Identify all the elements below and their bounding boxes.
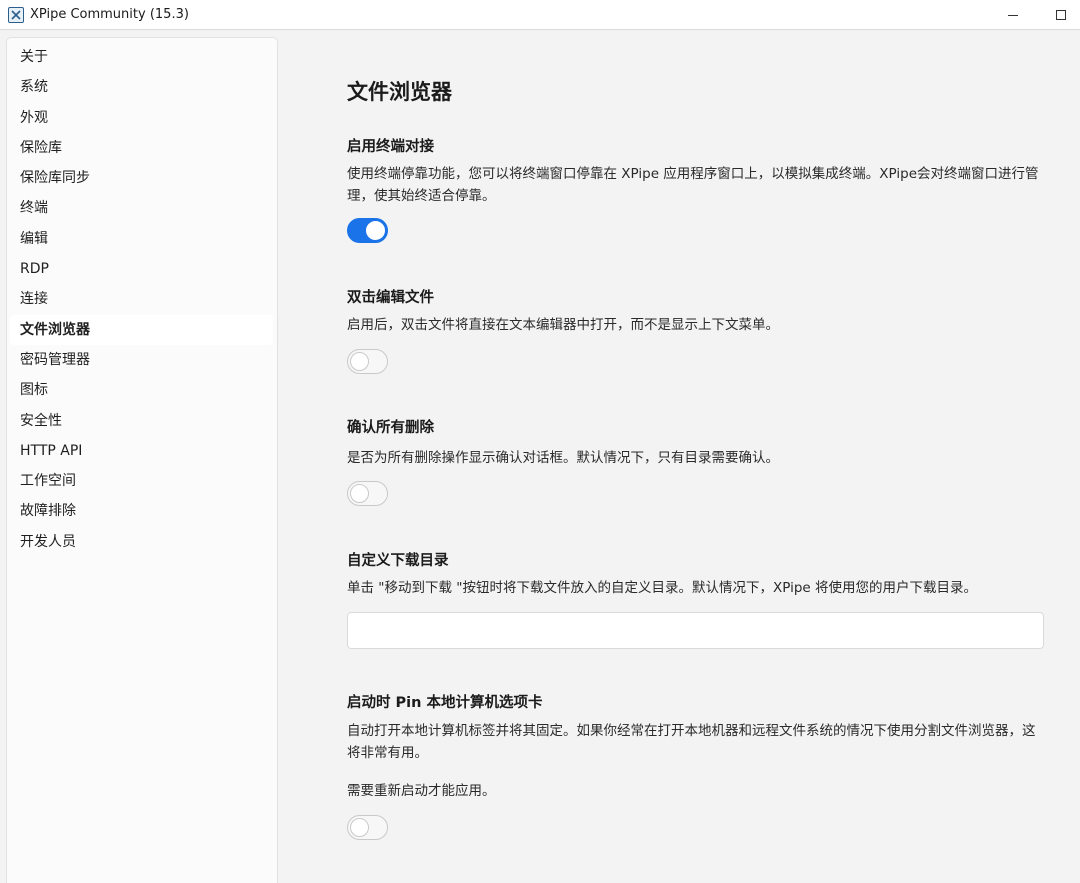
- sidebar-item-6[interactable]: 编辑: [10, 224, 273, 254]
- sidebar-item-14[interactable]: 工作空间: [10, 466, 273, 496]
- toggle-knob: [350, 484, 369, 503]
- sidebar-item-15[interactable]: 故障排除: [10, 496, 273, 526]
- xpipe-logo-icon: [8, 6, 24, 23]
- sidebar-item-13[interactable]: HTTP API: [10, 436, 273, 466]
- pin-local-tab-restart-note: 需要重新启动才能应用。: [347, 783, 496, 799]
- download-directory-description: 单击 "移动到下载 "按钮时将下载文件放入的自定义目录。默认情况下，XPipe …: [347, 580, 978, 596]
- sidebar-item-16[interactable]: 开发人员: [10, 527, 273, 557]
- settings-nav-list: 关于 系统 外观 保险库 保险库同步 终端 编辑 RDP 连接 文件浏览器 密码管理器 图标 安全性 HT…: [7, 38, 277, 557]
- title-bar: XPipe Community (15.3): [0, 0, 1080, 30]
- window-title: XPipe Community (15.3): [30, 7, 189, 22]
- sidebar-item-7[interactable]: RDP: [10, 254, 273, 284]
- pin-local-tab-title: 启动时 Pin 本地计算机选项卡: [347, 695, 543, 711]
- settings-sidebar: 关于 系统 外观 保险库 保险库同步 终端 编辑 RDP 连接 文件浏览器 密码管理器 图标 安全性 HT…: [6, 37, 278, 883]
- terminal-docking-toggle[interactable]: [347, 218, 388, 243]
- maximize-button[interactable]: [1038, 0, 1080, 30]
- double-click-edit-title: 双击编辑文件: [347, 290, 434, 306]
- confirm-deletions-title: 确认所有删除: [347, 420, 434, 436]
- sidebar-item-12[interactable]: 安全性: [10, 406, 273, 436]
- sidebar-item-2[interactable]: 外观: [10, 103, 273, 133]
- terminal-docking-title: 启用终端对接: [347, 139, 434, 155]
- minimize-icon: [1008, 14, 1018, 16]
- page-title: 文件浏览器: [347, 80, 452, 104]
- sidebar-item-4[interactable]: 保险库同步: [10, 163, 273, 193]
- sidebar-item-5[interactable]: 终端: [10, 193, 273, 223]
- toggle-knob: [350, 818, 369, 837]
- sidebar-item-10[interactable]: 密码管理器: [10, 345, 273, 375]
- confirm-deletions-description: 是否为所有删除操作显示确认对话框。默认情况下，只有目录需要确认。: [347, 450, 779, 466]
- download-directory-title: 自定义下载目录: [347, 553, 449, 569]
- settings-content: 文件浏览器 启用终端对接 使用终端停靠功能，您可以将终端窗口停靠在 XPipe …: [279, 31, 1080, 883]
- terminal-docking-description: 使用终端停靠功能，您可以将终端窗口停靠在 XPipe 应用程序窗口上，以模拟集成…: [347, 166, 1039, 204]
- confirm-deletions-toggle[interactable]: [347, 481, 388, 506]
- download-directory-input[interactable]: [347, 612, 1044, 649]
- toggle-knob: [350, 352, 369, 371]
- minimize-button[interactable]: [990, 0, 1036, 30]
- sidebar-item-9[interactable]: 文件浏览器: [10, 314, 273, 345]
- pin-local-tab-toggle[interactable]: [347, 815, 388, 840]
- sidebar-item-1[interactable]: 系统: [10, 72, 273, 102]
- double-click-edit-toggle[interactable]: [347, 349, 388, 374]
- pin-local-tab-description: 自动打开本地计算机标签并将其固定。如果你经常在打开本地机器和远程文件系统的情况下…: [347, 723, 1036, 761]
- maximize-icon: [1056, 10, 1066, 20]
- toggle-knob: [366, 221, 385, 240]
- sidebar-item-8[interactable]: 连接: [10, 284, 273, 314]
- sidebar-item-0[interactable]: 关于: [10, 42, 273, 72]
- double-click-edit-description: 启用后，双击文件将直接在文本编辑器中打开，而不是显示上下文菜单。: [347, 317, 779, 333]
- sidebar-item-3[interactable]: 保险库: [10, 133, 273, 163]
- sidebar-item-11[interactable]: 图标: [10, 375, 273, 405]
